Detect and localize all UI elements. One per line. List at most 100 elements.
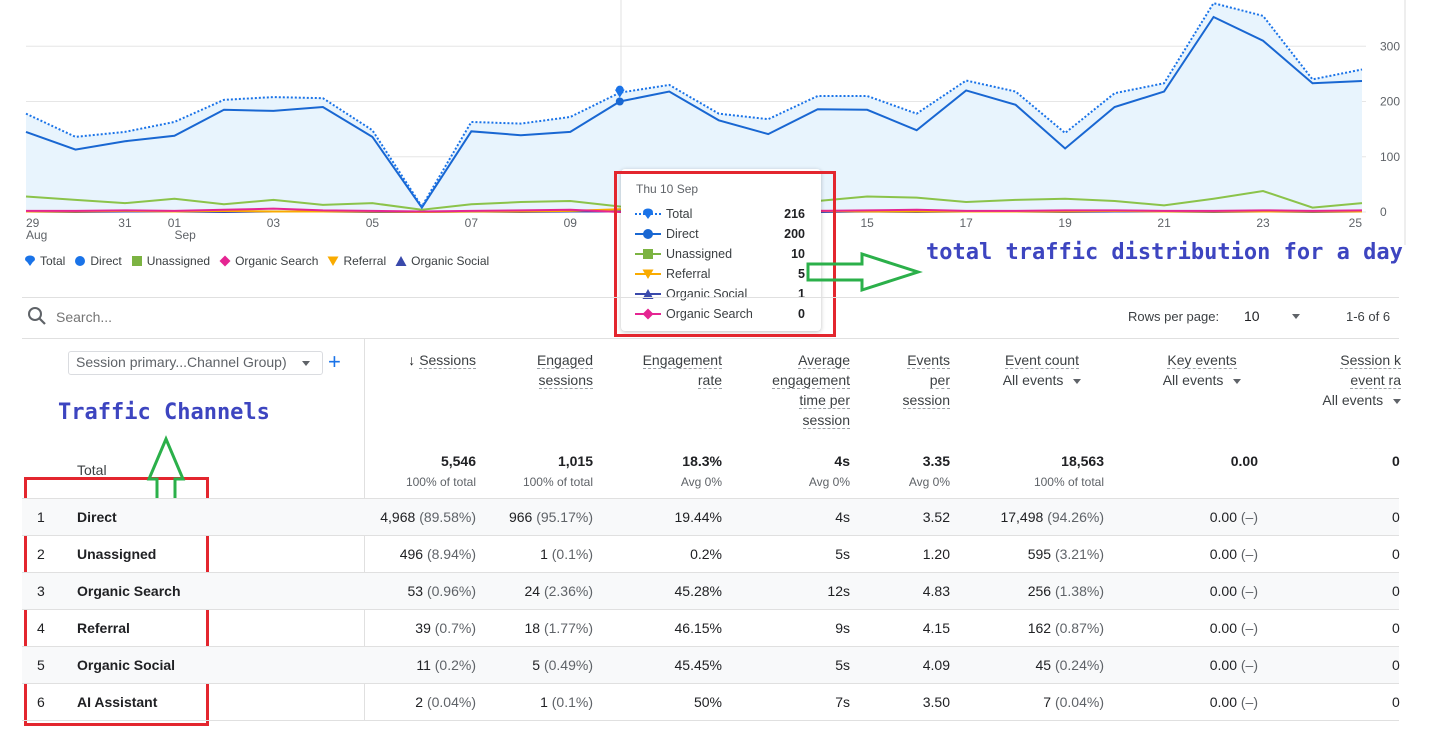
dimension-selector[interactable]: Session primary...Channel Group)	[68, 351, 323, 375]
row-channel-name[interactable]: Organic Search	[77, 583, 181, 599]
col-header-rate[interactable]: Engagement rate	[610, 350, 722, 390]
cell-sessions: 39 (0.7%)	[415, 620, 476, 636]
cell-engaged-sessions-value: 5	[532, 657, 541, 673]
event-count-filter[interactable]: All events	[1003, 372, 1082, 388]
cell-engaged-sessions-value: 1	[540, 694, 548, 710]
session-key-rate-filter[interactable]: All events	[1322, 392, 1401, 408]
pin-icon	[25, 255, 35, 266]
cell-event-count-percent: (3.21%)	[1054, 546, 1104, 562]
x-tick-label: 23	[1256, 216, 1270, 230]
cell-engagement-rate: 45.45%	[675, 657, 722, 673]
cell-key-events-value: 0.00	[1209, 694, 1237, 710]
cell-events-per-session: 4.83	[923, 583, 950, 599]
cell-engaged-sessions-percent: (95.17%)	[536, 509, 593, 525]
key-events-filter[interactable]: All events	[1163, 372, 1242, 388]
cell-engagement-rate: 0.2%	[690, 546, 722, 562]
total-eps: 3.35	[922, 453, 950, 469]
cell-events-per-session: 4.15	[923, 620, 950, 636]
legend-item-referral[interactable]: Referral	[327, 254, 386, 268]
cell-events-per-session-value: 1.20	[922, 546, 950, 562]
key-events-filter-label: All events	[1162, 372, 1224, 388]
cell-session-key-rate: 0	[1392, 657, 1400, 673]
total-engaged-sub: 100% of total	[522, 475, 593, 489]
col-header-event-count[interactable]: Event count All events	[980, 350, 1104, 390]
cell-sessions-value: 496	[399, 546, 424, 562]
cell-sessions-percent: (0.96%)	[426, 583, 476, 599]
cell-key-events: 0.00 (–)	[1210, 546, 1258, 562]
col-header-avg-line2: engagement	[772, 372, 850, 389]
table-row[interactable]: 5 Organic Social 11 (0.2%) 5 (0.49%) 45.45% 5…	[22, 646, 1400, 684]
cell-sessions-percent: (8.94%)	[426, 546, 476, 562]
cell-engagement-rate-value: 19.44%	[674, 509, 722, 525]
cell-engaged-sessions-value: 24	[524, 583, 541, 599]
x-tick-label: 19	[1058, 216, 1072, 230]
legend-item-direct[interactable]: Direct	[74, 254, 122, 268]
cell-session-key-rate: 0	[1392, 694, 1400, 710]
cell-sessions-value: 2	[415, 694, 424, 710]
sort-down-icon: ↓	[408, 352, 416, 368]
cell-event-count-value: 162	[1027, 620, 1052, 636]
legend-item-unassigned[interactable]: Unassigned	[131, 254, 210, 268]
rows-per-page-select[interactable]: 10	[1244, 308, 1306, 324]
cell-events-per-session-value: 4.15	[922, 620, 950, 636]
table-row[interactable]: 2 Unassigned 496 (8.94%) 1 (0.1%) 0.2% 5s 1.20…	[22, 535, 1400, 573]
x-tick-label: 17	[959, 216, 973, 230]
search-input[interactable]	[54, 306, 358, 328]
col-header-key-events[interactable]: Key events All events	[1140, 350, 1264, 390]
cell-event-count: 162 (0.87%)	[1028, 620, 1104, 636]
table-row[interactable]: 6 AI Assistant 2 (0.04%) 1 (0.1%) 50% 7s 3.50 7…	[22, 683, 1400, 721]
cell-sessions-percent: (89.58%)	[419, 509, 476, 525]
row-channel-name[interactable]: Unassigned	[77, 546, 156, 562]
x-tick-label: 31	[118, 216, 132, 230]
row-channel-name[interactable]: AI Assistant	[77, 694, 157, 710]
row-channel-name[interactable]: Direct	[77, 509, 117, 525]
cell-engagement-rate: 45.28%	[675, 583, 722, 599]
cell-sessions-percent: (0.04%)	[426, 694, 476, 710]
legend-item-total[interactable]: Total	[24, 254, 65, 268]
traffic-channels-note: Traffic Channels	[58, 400, 270, 425]
cell-sessions: 496 (8.94%)	[400, 546, 476, 562]
cell-key-events-percent: (–)	[1240, 546, 1258, 562]
cell-key-events: 0.00 (–)	[1210, 620, 1258, 636]
col-header-avg-time[interactable]: Average engagement time per session	[740, 350, 850, 430]
cell-key-events-percent: (–)	[1240, 583, 1258, 599]
legend-item-organic-search[interactable]: Organic Search	[219, 254, 318, 268]
col-header-engaged[interactable]: Engaged sessions	[480, 350, 593, 390]
col-header-events-per-session[interactable]: Events per session	[870, 350, 950, 410]
legend-item-organic-social[interactable]: Organic Social	[395, 254, 489, 268]
cell-events-per-session: 3.50	[923, 694, 950, 710]
legend-label: Referral	[343, 254, 387, 268]
table-row[interactable]: 3 Organic Search 53 (0.96%) 24 (2.36%) 45.28…	[22, 572, 1400, 610]
table-row[interactable]: 4 Referral 39 (0.7%) 18 (1.77%) 46.15% 9s 4.15…	[22, 609, 1400, 647]
add-dimension-button[interactable]: +	[328, 349, 341, 375]
col-header-sessions[interactable]: ↓ Sessions	[386, 350, 476, 370]
col-header-skr-line1: Session k	[1340, 352, 1401, 369]
legend-label: Total	[40, 254, 66, 268]
col-header-eps-line2: per	[929, 372, 950, 389]
cell-engaged-sessions: 966 (95.17%)	[509, 509, 593, 525]
cell-avg-engagement-time: 5s	[835, 657, 850, 673]
row-channel-name[interactable]: Referral	[77, 620, 130, 636]
table-row[interactable]: 1 Direct 4,968 (89.58%) 966 (95.17%) 19.44% 4…	[22, 498, 1400, 536]
cell-avg-engagement-time-value: 9s	[835, 620, 850, 636]
row-index: 5	[37, 657, 45, 673]
cell-key-events-value: 0.00	[1209, 509, 1237, 525]
cell-sessions-value: 11	[416, 657, 431, 673]
cell-engaged-sessions-value: 1	[540, 546, 548, 562]
x-tick-label: 03	[267, 216, 281, 230]
x-tick-sublabel: Aug	[26, 228, 47, 242]
y-tick-label: 100	[1380, 150, 1400, 164]
col-header-session-key-rate[interactable]: Session k event ra All events	[1290, 350, 1401, 410]
search-icon[interactable]	[27, 306, 47, 326]
cell-session-key-rate: 0	[1392, 509, 1400, 525]
chevron-down-icon	[1233, 378, 1242, 384]
cell-session-key-rate: 0	[1392, 546, 1400, 562]
cell-sessions-percent: (0.2%)	[434, 657, 476, 673]
total-avg: 4s	[834, 453, 850, 469]
direct-hover-marker	[615, 97, 624, 106]
x-tick-label: 15	[861, 216, 875, 230]
cell-event-count-percent: (94.26%)	[1047, 509, 1104, 525]
row-channel-name[interactable]: Organic Social	[77, 657, 175, 673]
x-tick-label: 07	[465, 216, 479, 230]
table-bottom-border	[22, 720, 1399, 721]
